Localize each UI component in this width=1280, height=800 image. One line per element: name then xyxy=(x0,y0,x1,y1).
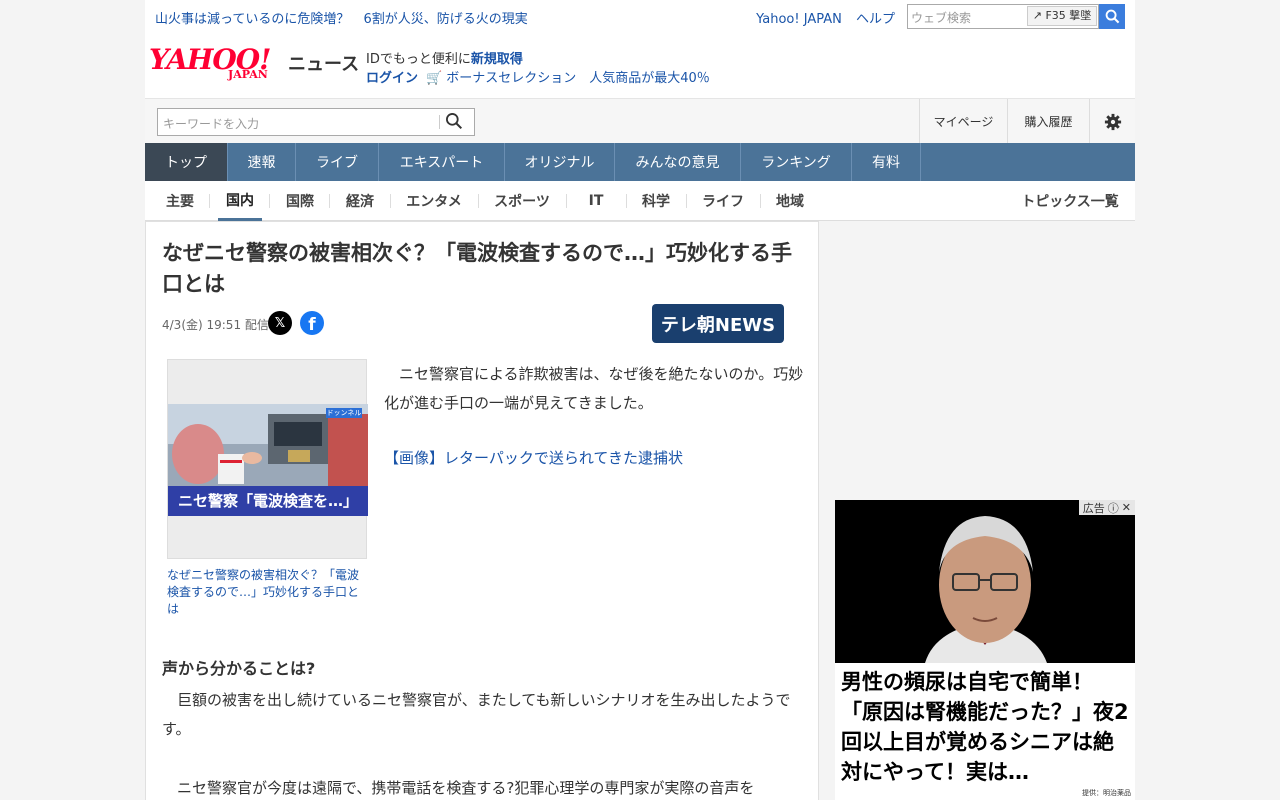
article-paragraph: ニセ警察官が今度は遠隔で、携帯電話を検査する?犯罪心理学の専門家が実際の音声を xyxy=(162,779,755,797)
site-header: YAHOO! JAPAN ニュース IDでもっと便利に新規取得 ログイン 🛒 ボーナ… xyxy=(145,32,1135,98)
facebook-share-button[interactable]: f xyxy=(300,311,324,335)
ad-headline: 男性の頻尿は自宅で簡単！「原因は腎機能だった？」夜2回以上目が覚めるシニアは絶対… xyxy=(835,663,1135,800)
ad-photo xyxy=(835,500,1135,663)
cat-region[interactable]: 地域 xyxy=(768,181,812,221)
gnav-expert[interactable]: エキスパート xyxy=(379,143,505,181)
source-logo[interactable]: テレ朝NEWS xyxy=(652,304,784,343)
bonus-selection-link[interactable]: ボーナスセレクション 人気商品が最大40％ xyxy=(446,71,710,86)
keyword-search-button[interactable] xyxy=(445,112,469,132)
cat-sports[interactable]: スポーツ xyxy=(486,181,558,221)
cat-it[interactable]: IT xyxy=(574,181,618,221)
gnav-top[interactable]: トップ xyxy=(145,143,228,181)
image-link[interactable]: 【画像】レターパックで送られてきた逮捕状 xyxy=(384,447,683,468)
cat-domestic[interactable]: 国内 xyxy=(218,181,262,221)
cat-divider xyxy=(566,194,567,208)
gnav-breaking[interactable]: 速報 xyxy=(228,143,296,181)
cat-divider xyxy=(478,194,479,208)
sidebar-ad[interactable]: 広告 ⓘ ✕ 男性の頻尿は自宅で簡単！「原因は腎機能だった？」夜2回以上目が覚め… xyxy=(835,500,1135,800)
x-icon: 𝕏 xyxy=(274,315,286,331)
ad-label[interactable]: 広告 ⓘ ✕ xyxy=(1078,500,1135,516)
close-icon[interactable]: ✕ xyxy=(1122,501,1131,514)
trending-keyword-button[interactable]: ↗ F35 撃墜 xyxy=(1027,6,1097,26)
cat-life[interactable]: ライフ xyxy=(694,181,752,221)
trend-arrow-icon: ↗ xyxy=(1032,9,1042,22)
cat-divider xyxy=(269,194,270,208)
article-body: なぜニセ警察の被害相次ぐ？「電波検査するので…」巧妙化する手口とは 4/3(金)… xyxy=(145,221,819,800)
gnav-ranking[interactable]: ランキング xyxy=(741,143,852,181)
login-link[interactable]: ログイン xyxy=(366,71,418,86)
cat-divider xyxy=(329,194,330,208)
section-title[interactable]: ニュース xyxy=(288,50,359,76)
gnav-paid[interactable]: 有料 xyxy=(852,143,921,181)
search-icon xyxy=(1105,9,1119,24)
top-headline-links: 山火事は減っているのに危険増？ 6割が人災、防げる火の現実 xyxy=(155,8,538,27)
register-link[interactable]: 新規取得 xyxy=(471,52,523,67)
x-share-button[interactable]: 𝕏 xyxy=(268,311,292,335)
cat-divider xyxy=(686,194,687,208)
facebook-icon: f xyxy=(308,315,316,335)
yahoo-logo-sub: JAPAN xyxy=(228,68,268,81)
cat-main[interactable]: 主要 xyxy=(157,181,203,221)
ad-label-text: 広告 xyxy=(1082,501,1105,515)
article-date: 4/3(金) 19:51 配信 xyxy=(162,318,269,332)
topics-list-link[interactable]: トピックス一覧 xyxy=(1015,181,1125,221)
cat-economy[interactable]: 経済 xyxy=(337,181,383,221)
id-promo-text: IDでもっと便利に xyxy=(366,52,471,67)
gnav-live[interactable]: ライブ xyxy=(296,143,379,181)
cat-divider xyxy=(390,194,391,208)
yahoo-japan-link[interactable]: Yahoo! JAPAN xyxy=(756,12,842,27)
web-search-button[interactable] xyxy=(1099,4,1125,29)
global-nav: トップ 速報 ライブ エキスパート オリジナル みんなの意見 ランキング 有料 xyxy=(145,143,1135,181)
thumbnail-overlay-text: ニセ警察「電波検査を…」 xyxy=(168,486,368,516)
category-nav: 主要 国内 国際 経済 エンタメ スポーツ IT 科学 ライフ 地域 トピックス… xyxy=(145,181,1135,221)
search-icon xyxy=(446,113,463,130)
cat-entertainment[interactable]: エンタメ xyxy=(398,181,470,221)
article-headline: なぜニセ警察の被害相次ぐ？「電波検査するので…」巧妙化する手口とは xyxy=(162,241,792,296)
top-strip: 山火事は減っているのに危険増？ 6割が人災、防げる火の現実 Yahoo! JAP… xyxy=(145,0,1135,32)
trending-keyword-label: F35 撃墜 xyxy=(1045,9,1092,22)
cart-icon: 🛒 xyxy=(426,71,443,86)
cat-science[interactable]: 科学 xyxy=(634,181,678,221)
login-promo: ログイン 🛒 ボーナスセレクション 人気商品が最大40％ xyxy=(366,67,710,86)
ad-credit: 提供：明治薬品 xyxy=(1082,789,1131,797)
settings-button[interactable] xyxy=(1089,99,1135,144)
ad-portrait xyxy=(835,500,1135,663)
mypage-button[interactable]: マイページ xyxy=(919,99,1007,144)
top-link-2[interactable]: 6割が人災、防げる火の現実 xyxy=(364,12,528,27)
article-lead: ニセ警察官による詐欺被害は、なぜ後を絶たないのか。巧妙化が進む手口の一端が見えて… xyxy=(384,365,804,412)
gnav-opinion[interactable]: みんなの意見 xyxy=(615,143,741,181)
article-subheading: 声から分かることは? xyxy=(162,659,316,678)
gnav-original[interactable]: オリジナル xyxy=(505,143,615,181)
id-promo: IDでもっと便利に新規取得 xyxy=(366,48,523,67)
keyword-search-bar: キーワードを入力 マイページ 購入履歴 xyxy=(145,98,1135,144)
top-link-1[interactable]: 山火事は減っているのに危険増？ xyxy=(155,12,349,27)
channel-tag: ドッンネル xyxy=(326,408,362,418)
cat-international[interactable]: 国際 xyxy=(277,181,323,221)
top-right-links: Yahoo! JAPAN ヘルプ xyxy=(746,8,895,27)
article-paragraph: 巨額の被害を出し続けているニセ警察官が、またしても新しいシナリオを生み出したよう… xyxy=(162,691,791,738)
cat-divider xyxy=(626,194,627,208)
cat-divider xyxy=(209,194,210,208)
purchase-history-button[interactable]: 購入履歴 xyxy=(1007,99,1089,144)
gear-icon xyxy=(1104,113,1121,130)
article-thumbnail[interactable]: ドッンネル ニセ警察「電波検査を…」 xyxy=(167,359,368,559)
search-divider xyxy=(439,115,440,129)
keyword-search-input[interactable]: キーワードを入力 xyxy=(157,108,475,136)
info-icon[interactable]: ⓘ xyxy=(1108,500,1119,516)
thumbnail-caption[interactable]: なぜニセ警察の被害相次ぐ？「電波検査するので…」巧妙化する手口とは xyxy=(167,567,367,618)
cat-divider xyxy=(760,194,761,208)
help-link[interactable]: ヘルプ xyxy=(856,12,895,27)
thumbnail-image: ドッンネル ニセ警察「電波検査を…」 xyxy=(168,404,368,516)
